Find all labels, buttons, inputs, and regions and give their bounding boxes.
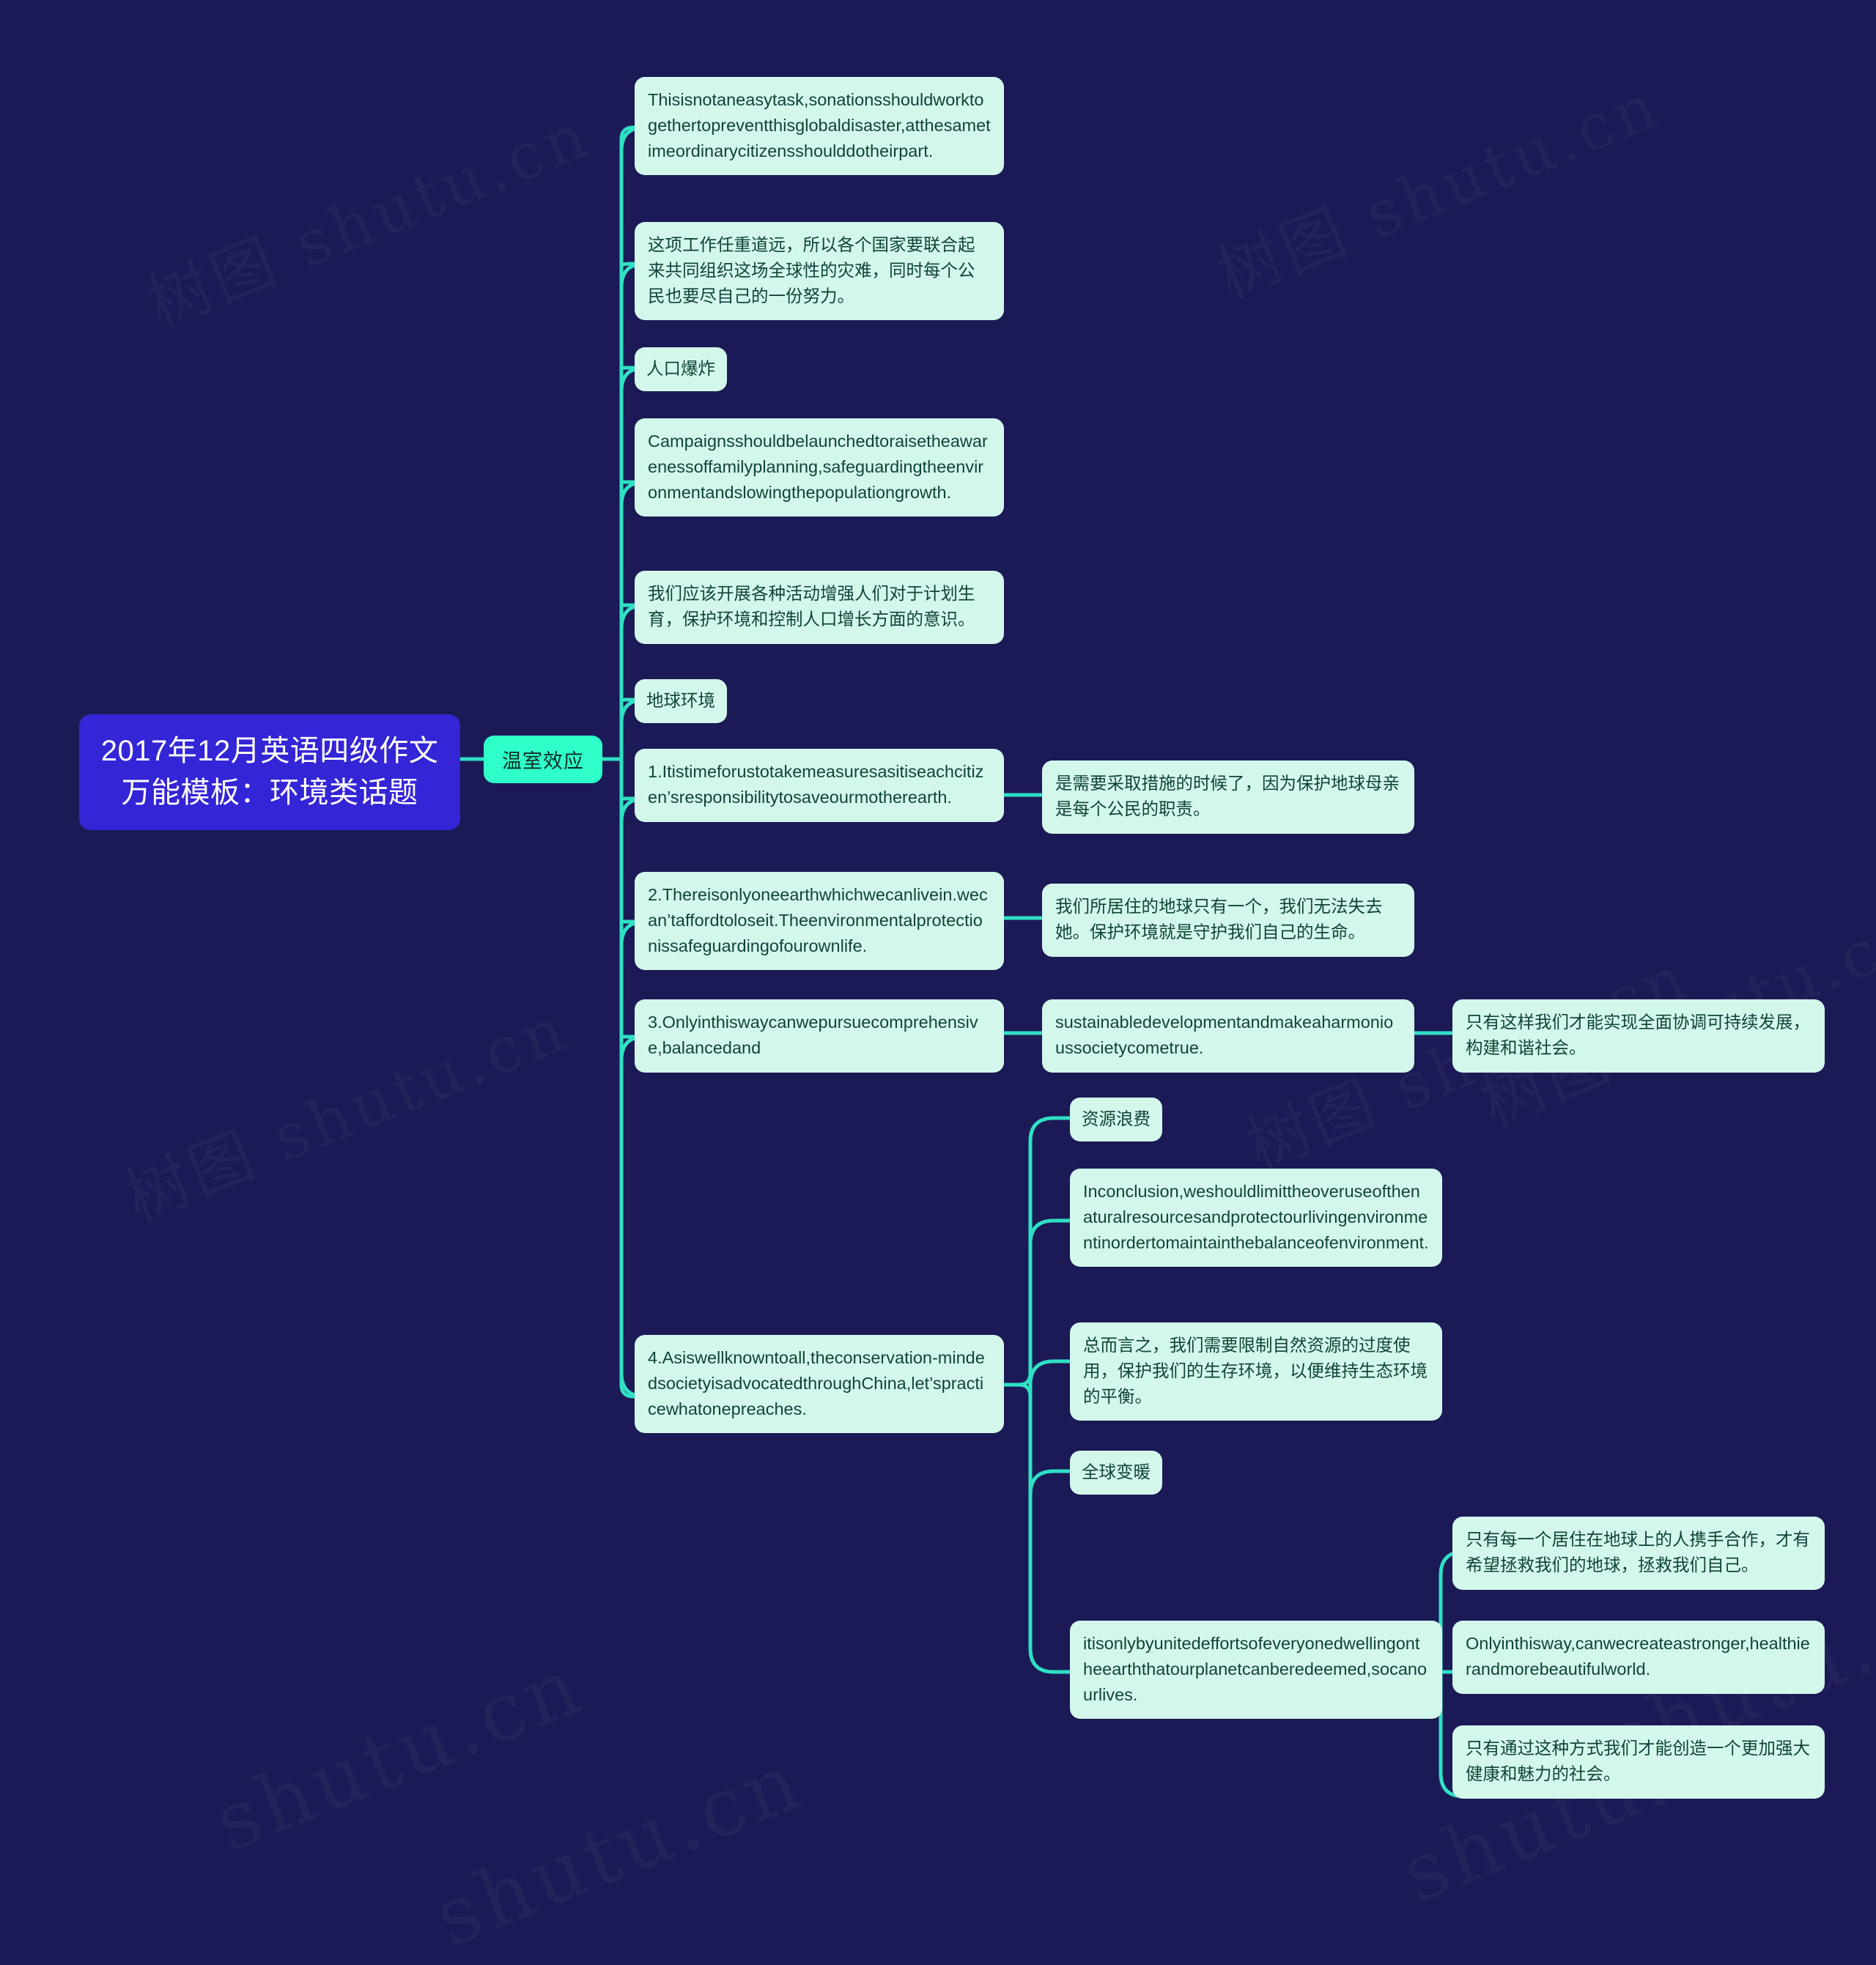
node-point-4-english[interactable]: 4.Asiswellknowntoall,theconservation-min… [635,1335,1004,1434]
node-chinese-paragraph-2[interactable]: 我们应该开展各种活动增强人们对于计划生育，保护环境和控制人口增长方面的意识。 [635,571,1004,644]
node-global-warming[interactable]: 全球变暖 [1070,1451,1162,1495]
node-united-efforts-chinese[interactable]: 只有每一个居住在地球上的人携手合作，才有希望拯救我们的地球，拯救我们自己。 [1452,1517,1825,1590]
node-earth-environment[interactable]: 地球环境 [635,679,727,723]
watermark-8: shutu.cn [1389,1690,1783,1922]
watermark-6: shutu.cn [202,1638,596,1870]
node-point-3-english[interactable]: 3.Onlyinthiswaycanwepursuecomprehensive,… [635,999,1004,1073]
node-point-3-english-continued[interactable]: sustainabledevelopmentandmakeaharmonious… [1042,999,1414,1073]
watermark-3: 树图 shutu.cn [110,977,580,1238]
branch-node-greenhouse-effect[interactable]: 温室效应 [484,736,602,783]
node-only-in-this-way-chinese[interactable]: 只有通过这种方式我们才能创造一个更加强大健康和魅力的社会。 [1452,1725,1825,1799]
node-point-2-chinese[interactable]: 我们所居住的地球只有一个，我们无法失去她。保护环境就是守护我们自己的生命。 [1042,884,1414,957]
node-united-efforts-english[interactable]: itisonlybyunitedeffortsofeveryonedwellin… [1070,1621,1442,1720]
watermark-7: shutu.cn [421,1733,816,1965]
node-english-paragraph-1[interactable]: Thisisnotaneasytask,sonationsshouldworkt… [635,77,1004,176]
watermark-1: 树图 shutu.cn [132,84,602,344]
node-only-in-this-way-english[interactable]: Onlyinthisway,canwecreateastronger,healt… [1452,1621,1825,1694]
node-point-3-chinese[interactable]: 只有这样我们才能实现全面协调可持续发展，构建和谐社会。 [1452,999,1825,1073]
node-english-paragraph-2[interactable]: Campaignsshouldbelaunchedtoraisetheaware… [635,418,1004,517]
node-chinese-paragraph-1[interactable]: 这项工作任重道远，所以各个国家要联合起来共同组织这场全球性的灾难，同时每个公民也… [635,222,1004,321]
node-resource-waste[interactable]: 资源浪费 [1070,1098,1162,1141]
node-point-2-english[interactable]: 2.Thereisonlyoneearthwhichwecanlivein.we… [635,872,1004,971]
node-conclusion-english[interactable]: Inconclusion,weshouldlimittheoveruseofth… [1070,1169,1442,1268]
node-population-explosion[interactable]: 人口爆炸 [635,347,727,391]
watermark-2: 树图 shutu.cn [1202,54,1672,315]
node-point-1-english[interactable]: 1.Itistimeforustotakemeasuresasitiseachc… [635,749,1004,822]
node-point-1-chinese[interactable]: 是需要采取措施的时候了，因为保护地球母亲是每个公民的职责。 [1042,761,1414,834]
node-conclusion-chinese[interactable]: 总而言之，我们需要限制自然资源的过度使用，保护我们的生存环境，以便维持生态环境的… [1070,1322,1442,1421]
root-node[interactable]: 2017年12月英语四级作文万能模板：环境类话题 [79,714,460,830]
